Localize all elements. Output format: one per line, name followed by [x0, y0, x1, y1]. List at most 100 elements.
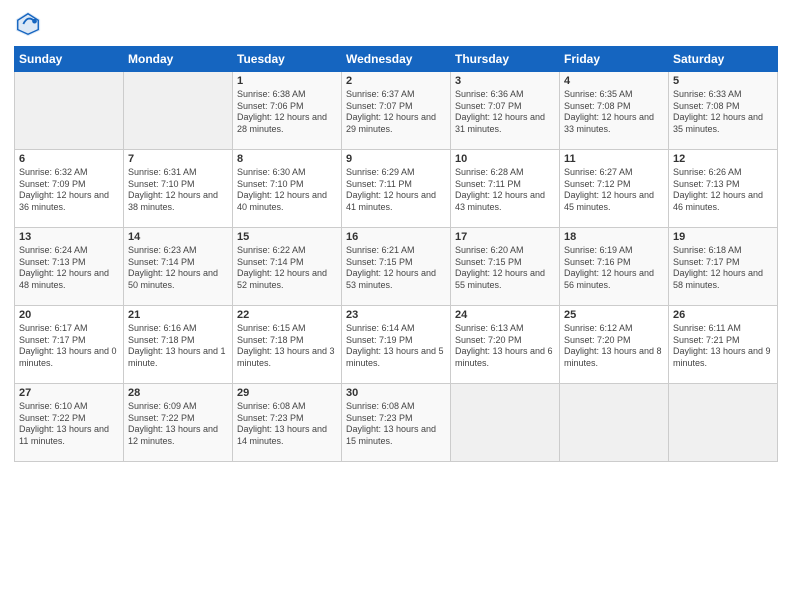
day-number: 3	[455, 75, 555, 87]
calendar-cell	[124, 72, 233, 150]
calendar-cell: 6Sunrise: 6:32 AM Sunset: 7:09 PM Daylig…	[15, 150, 124, 228]
day-info: Sunrise: 6:16 AM Sunset: 7:18 PM Dayligh…	[128, 323, 228, 370]
day-number: 26	[673, 309, 773, 321]
calendar-cell: 8 Sunrise: 6:30 AM Sunset: 7:10 PM Daylig…	[233, 150, 342, 228]
day-info: Sunrise: 6:24 AM Sunset: 7:13 PM Dayligh…	[19, 245, 119, 292]
day-info: Sunrise: 6:32 AM Sunset: 7:09 PM Dayligh…	[19, 167, 119, 214]
day-header-monday: Monday	[124, 47, 233, 72]
calendar-cell: 15 Sunrise: 6:22 AM Sunset: 7:14 PM Dayli…	[233, 228, 342, 306]
day-header-tuesday: Tuesday	[233, 47, 342, 72]
calendar-cell: 5 Sunrise: 6:33 AM Sunset: 7:08 PM Daylig…	[669, 72, 778, 150]
calendar-cell	[560, 384, 669, 462]
week-row-5: 27 Sunrise: 6:10 AM Sunset: 7:22 PM Dayli…	[15, 384, 778, 462]
calendar-cell: 25 Sunrise: 6:12 AM Sunset: 7:20 PM Dayli…	[560, 306, 669, 384]
days-header-row: SundayMondayTuesdayWednesdayThursdayFrid…	[15, 47, 778, 72]
day-number: 18	[564, 231, 664, 243]
day-number: 10	[455, 153, 555, 165]
day-info: Sunrise: 6:13 AM Sunset: 7:20 PM Dayligh…	[455, 323, 555, 370]
calendar-cell: 12Sunrise: 6:26 AM Sunset: 7:13 PM Dayli…	[669, 150, 778, 228]
day-info: Sunrise: 6:30 AM Sunset: 7:10 PM Dayligh…	[237, 167, 337, 214]
page-container: SundayMondayTuesdayWednesdayThursdayFrid…	[0, 0, 792, 612]
day-number: 14	[128, 231, 228, 243]
day-header-friday: Friday	[560, 47, 669, 72]
calendar-cell: 30 Sunrise: 6:08 AM Sunset: 7:23 PM Dayli…	[342, 384, 451, 462]
calendar-cell: 28 Sunrise: 6:09 AM Sunset: 7:22 PM Dayli…	[124, 384, 233, 462]
day-number: 9	[346, 153, 446, 165]
calendar-cell	[15, 72, 124, 150]
day-info: Sunrise: 6:17 AM Sunset: 7:17 PM Dayligh…	[19, 323, 119, 370]
day-number: 2	[346, 75, 446, 87]
week-row-1: 1 Sunrise: 6:38 AM Sunset: 7:06 PM Daylig…	[15, 72, 778, 150]
week-row-4: 20Sunrise: 6:17 AM Sunset: 7:17 PM Dayli…	[15, 306, 778, 384]
day-number: 8	[237, 153, 337, 165]
day-number: 1	[237, 75, 337, 87]
day-info: Sunrise: 6:19 AM Sunset: 7:16 PM Dayligh…	[564, 245, 664, 292]
day-info: Sunrise: 6:38 AM Sunset: 7:06 PM Dayligh…	[237, 89, 337, 136]
day-number: 5	[673, 75, 773, 87]
calendar-cell: 23 Sunrise: 6:14 AM Sunset: 7:19 PM Dayli…	[342, 306, 451, 384]
calendar-cell: 26 Sunrise: 6:11 AM Sunset: 7:21 PM Dayli…	[669, 306, 778, 384]
day-number: 17	[455, 231, 555, 243]
calendar-cell: 16 Sunrise: 6:21 AM Sunset: 7:15 PM Dayli…	[342, 228, 451, 306]
day-number: 15	[237, 231, 337, 243]
day-info: Sunrise: 6:36 AM Sunset: 7:07 PM Dayligh…	[455, 89, 555, 136]
day-number: 30	[346, 387, 446, 399]
day-number: 7	[128, 153, 228, 165]
calendar-cell: 11Sunrise: 6:27 AM Sunset: 7:12 PM Dayli…	[560, 150, 669, 228]
day-header-wednesday: Wednesday	[342, 47, 451, 72]
week-row-2: 6Sunrise: 6:32 AM Sunset: 7:09 PM Daylig…	[15, 150, 778, 228]
day-number: 27	[19, 387, 119, 399]
calendar-cell: 4Sunrise: 6:35 AM Sunset: 7:08 PM Daylig…	[560, 72, 669, 150]
day-info: Sunrise: 6:31 AM Sunset: 7:10 PM Dayligh…	[128, 167, 228, 214]
week-row-3: 13Sunrise: 6:24 AM Sunset: 7:13 PM Dayli…	[15, 228, 778, 306]
day-number: 12	[673, 153, 773, 165]
day-info: Sunrise: 6:11 AM Sunset: 7:21 PM Dayligh…	[673, 323, 773, 370]
calendar-cell: 17 Sunrise: 6:20 AM Sunset: 7:15 PM Dayli…	[451, 228, 560, 306]
day-info: Sunrise: 6:14 AM Sunset: 7:19 PM Dayligh…	[346, 323, 446, 370]
day-number: 21	[128, 309, 228, 321]
calendar-cell: 18 Sunrise: 6:19 AM Sunset: 7:16 PM Dayli…	[560, 228, 669, 306]
day-info: Sunrise: 6:12 AM Sunset: 7:20 PM Dayligh…	[564, 323, 664, 370]
day-info: Sunrise: 6:20 AM Sunset: 7:15 PM Dayligh…	[455, 245, 555, 292]
calendar-cell: 2 Sunrise: 6:37 AM Sunset: 7:07 PM Daylig…	[342, 72, 451, 150]
day-info: Sunrise: 6:37 AM Sunset: 7:07 PM Dayligh…	[346, 89, 446, 136]
day-info: Sunrise: 6:10 AM Sunset: 7:22 PM Dayligh…	[19, 401, 119, 448]
day-number: 4	[564, 75, 664, 87]
calendar-cell: 24 Sunrise: 6:13 AM Sunset: 7:20 PM Dayli…	[451, 306, 560, 384]
day-info: Sunrise: 6:15 AM Sunset: 7:18 PM Dayligh…	[237, 323, 337, 370]
logo-icon	[14, 10, 42, 38]
day-number: 16	[346, 231, 446, 243]
calendar-table: SundayMondayTuesdayWednesdayThursdayFrid…	[14, 46, 778, 462]
day-info: Sunrise: 6:33 AM Sunset: 7:08 PM Dayligh…	[673, 89, 773, 136]
calendar-cell: 21 Sunrise: 6:16 AM Sunset: 7:18 PM Dayli…	[124, 306, 233, 384]
calendar-cell: 20Sunrise: 6:17 AM Sunset: 7:17 PM Dayli…	[15, 306, 124, 384]
day-info: Sunrise: 6:09 AM Sunset: 7:22 PM Dayligh…	[128, 401, 228, 448]
day-number: 29	[237, 387, 337, 399]
calendar-cell	[451, 384, 560, 462]
calendar-cell: 3 Sunrise: 6:36 AM Sunset: 7:07 PM Daylig…	[451, 72, 560, 150]
day-info: Sunrise: 6:28 AM Sunset: 7:11 PM Dayligh…	[455, 167, 555, 214]
day-info: Sunrise: 6:21 AM Sunset: 7:15 PM Dayligh…	[346, 245, 446, 292]
day-number: 22	[237, 309, 337, 321]
day-info: Sunrise: 6:23 AM Sunset: 7:14 PM Dayligh…	[128, 245, 228, 292]
calendar-cell: 14 Sunrise: 6:23 AM Sunset: 7:14 PM Dayli…	[124, 228, 233, 306]
calendar-cell: 27 Sunrise: 6:10 AM Sunset: 7:22 PM Dayli…	[15, 384, 124, 462]
day-number: 24	[455, 309, 555, 321]
calendar-cell: 1 Sunrise: 6:38 AM Sunset: 7:06 PM Daylig…	[233, 72, 342, 150]
calendar-cell: 22 Sunrise: 6:15 AM Sunset: 7:18 PM Dayli…	[233, 306, 342, 384]
calendar-cell: 13Sunrise: 6:24 AM Sunset: 7:13 PM Dayli…	[15, 228, 124, 306]
day-info: Sunrise: 6:27 AM Sunset: 7:12 PM Dayligh…	[564, 167, 664, 214]
day-number: 25	[564, 309, 664, 321]
day-number: 23	[346, 309, 446, 321]
calendar-cell: 7 Sunrise: 6:31 AM Sunset: 7:10 PM Daylig…	[124, 150, 233, 228]
calendar-cell	[669, 384, 778, 462]
day-info: Sunrise: 6:08 AM Sunset: 7:23 PM Dayligh…	[346, 401, 446, 448]
logo	[14, 10, 46, 38]
calendar-cell: 19Sunrise: 6:18 AM Sunset: 7:17 PM Dayli…	[669, 228, 778, 306]
day-info: Sunrise: 6:08 AM Sunset: 7:23 PM Dayligh…	[237, 401, 337, 448]
day-header-saturday: Saturday	[669, 47, 778, 72]
day-info: Sunrise: 6:22 AM Sunset: 7:14 PM Dayligh…	[237, 245, 337, 292]
day-header-thursday: Thursday	[451, 47, 560, 72]
calendar-cell: 29 Sunrise: 6:08 AM Sunset: 7:23 PM Dayli…	[233, 384, 342, 462]
day-number: 28	[128, 387, 228, 399]
